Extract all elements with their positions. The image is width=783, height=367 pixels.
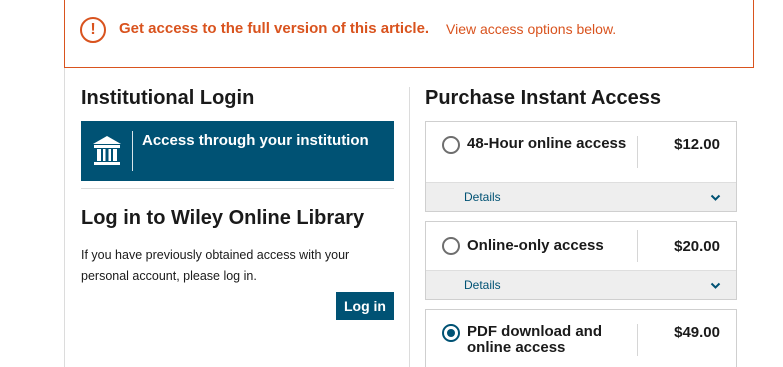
- option-header[interactable]: Online-only access $20.00: [426, 222, 736, 270]
- chevron-down-icon: [710, 282, 721, 289]
- alert-subtitle: View access options below.: [446, 21, 617, 37]
- left-divider: [64, 68, 65, 367]
- option-radio[interactable]: [442, 237, 460, 255]
- option-header[interactable]: 48-Hour online access $12.00: [426, 122, 736, 182]
- option-radio[interactable]: [442, 136, 460, 154]
- access-through-institution-button[interactable]: Access through your institution: [81, 121, 394, 181]
- wiley-login-heading: Log in to Wiley Online Library: [81, 207, 365, 229]
- chevron-down-icon: [710, 194, 721, 201]
- option-price: $20.00: [674, 238, 720, 255]
- column-divider: [409, 87, 410, 367]
- purchase-option-online-only[interactable]: Online-only access $20.00 Details: [425, 221, 737, 300]
- option-details-toggle[interactable]: Details: [426, 182, 736, 211]
- option-divider: [637, 230, 638, 262]
- info-circle-icon: !: [80, 17, 106, 43]
- purchase-heading: Purchase Instant Access: [425, 87, 662, 109]
- option-price: $49.00: [674, 324, 720, 341]
- option-price: $12.00: [674, 136, 720, 153]
- option-header[interactable]: PDF download and online access $49.00: [426, 310, 736, 367]
- option-divider: [637, 136, 638, 168]
- option-divider: [637, 324, 638, 356]
- option-label: 48-Hour online access: [467, 135, 627, 152]
- login-description: If you have previously obtained access w…: [81, 248, 350, 283]
- alert-title: Get access to the full version of this a…: [119, 20, 430, 37]
- option-label: Online-only access: [467, 237, 604, 254]
- purchase-option-pdf-and-online[interactable]: PDF download and online access $49.00: [425, 309, 737, 367]
- section-separator: [81, 188, 394, 189]
- option-details-toggle[interactable]: Details: [426, 270, 736, 299]
- institution-button-divider: [132, 131, 133, 171]
- option-radio-selected[interactable]: [442, 324, 460, 342]
- institution-button-label: Access through your institution: [142, 132, 369, 149]
- details-link[interactable]: Details: [464, 278, 501, 292]
- purchase-option-48-hour[interactable]: 48-Hour online access $12.00 Details: [425, 121, 737, 212]
- institutional-login-heading: Institutional Login: [81, 87, 255, 109]
- log-in-button[interactable]: Log in: [336, 292, 394, 320]
- institution-building-icon: [93, 136, 121, 165]
- details-link[interactable]: Details: [464, 190, 501, 204]
- option-label: PDF download and online access: [467, 323, 602, 356]
